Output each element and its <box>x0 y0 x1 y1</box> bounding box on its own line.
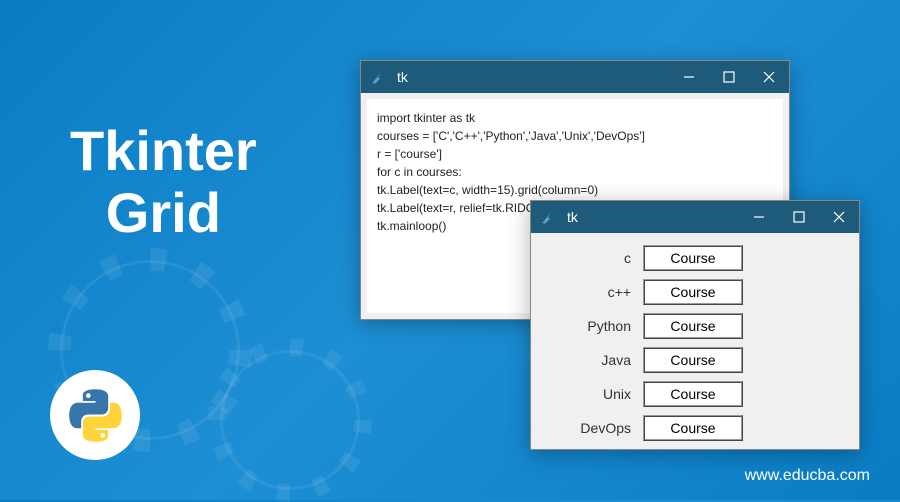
code-line: import tkinter as tk <box>377 109 773 127</box>
titlebar[interactable]: tk <box>361 61 789 93</box>
tkinter-feather-icon <box>369 69 385 85</box>
titlebar[interactable]: tk <box>531 201 859 233</box>
row-value: Course <box>643 279 743 305</box>
row-label: Java <box>543 352 643 368</box>
window-title: tk <box>397 69 408 85</box>
minimize-button[interactable] <box>669 61 709 93</box>
grid-body: c Course c++ Course Python Course Java C… <box>531 233 859 449</box>
code-line: courses = ['C','C++','Python','Java','Un… <box>377 127 773 145</box>
maximize-button[interactable] <box>709 61 749 93</box>
table-row: DevOps Course <box>543 415 847 441</box>
code-line: for c in courses: <box>377 163 773 181</box>
window-title: tk <box>567 209 578 225</box>
row-label: Unix <box>543 386 643 402</box>
row-label: DevOps <box>543 420 643 436</box>
table-row: Java Course <box>543 347 847 373</box>
row-value: Course <box>643 381 743 407</box>
code-line: tk.Label(text=c, width=15).grid(column=0… <box>377 181 773 199</box>
row-value: Course <box>643 313 743 339</box>
row-label: c <box>543 250 643 266</box>
table-row: c Course <box>543 245 847 271</box>
maximize-button[interactable] <box>779 201 819 233</box>
table-row: c++ Course <box>543 279 847 305</box>
footer-url: www.educba.com <box>745 467 870 485</box>
close-button[interactable] <box>819 201 859 233</box>
table-row: Unix Course <box>543 381 847 407</box>
close-button[interactable] <box>749 61 789 93</box>
table-row: Python Course <box>543 313 847 339</box>
python-logo-badge <box>50 370 140 460</box>
row-value: Course <box>643 245 743 271</box>
gear-decoration <box>220 350 360 490</box>
row-value: Course <box>643 347 743 373</box>
row-value: Course <box>643 415 743 441</box>
python-icon <box>68 388 123 443</box>
output-window: tk c Course c++ Course Python Course Jav… <box>530 200 860 450</box>
row-label: c++ <box>543 284 643 300</box>
row-label: Python <box>543 318 643 334</box>
tkinter-feather-icon <box>539 209 555 225</box>
page-title: TkinterGrid <box>70 120 257 243</box>
minimize-button[interactable] <box>739 201 779 233</box>
code-line: r = ['course'] <box>377 145 773 163</box>
